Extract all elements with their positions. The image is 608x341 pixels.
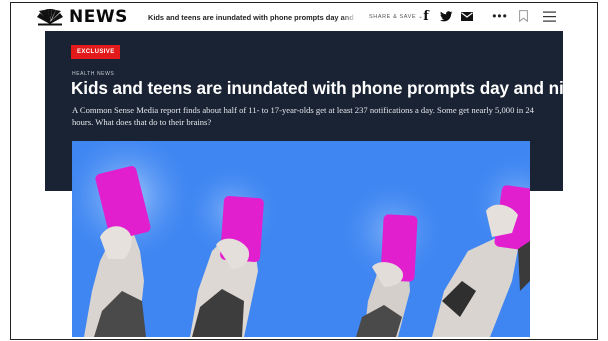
mail-icon[interactable]: [460, 9, 474, 23]
article-headline: Kids and teens are inundated with phone …: [71, 78, 591, 98]
browser-page: NEWS Kids and teens are inundated with p…: [10, 2, 598, 340]
more-icon[interactable]: •••: [492, 9, 508, 23]
exclusive-badge: EXCLUSIVE: [71, 45, 120, 59]
site-header: NEWS Kids and teens are inundated with p…: [11, 3, 597, 31]
nbc-peacock-icon: [37, 9, 63, 26]
header-article-title: Kids and teens are inundated with phone …: [148, 13, 357, 22]
nbc-news-logo[interactable]: NEWS: [35, 7, 128, 27]
hands-holding-phones-illustration: [72, 141, 530, 337]
section-label[interactable]: HEALTH NEWS: [72, 71, 114, 77]
menu-icon[interactable]: [542, 9, 556, 23]
logo-text: NEWS: [69, 7, 128, 27]
bookmark-icon[interactable]: [518, 9, 528, 23]
facebook-icon[interactable]: f: [421, 9, 431, 24]
share-save-button[interactable]: SHARE & SAVE ⌄: [369, 14, 423, 20]
hero-image: [72, 141, 530, 337]
article-dek: A Common Sense Media report finds about …: [72, 105, 534, 127]
twitter-icon[interactable]: [439, 9, 453, 23]
